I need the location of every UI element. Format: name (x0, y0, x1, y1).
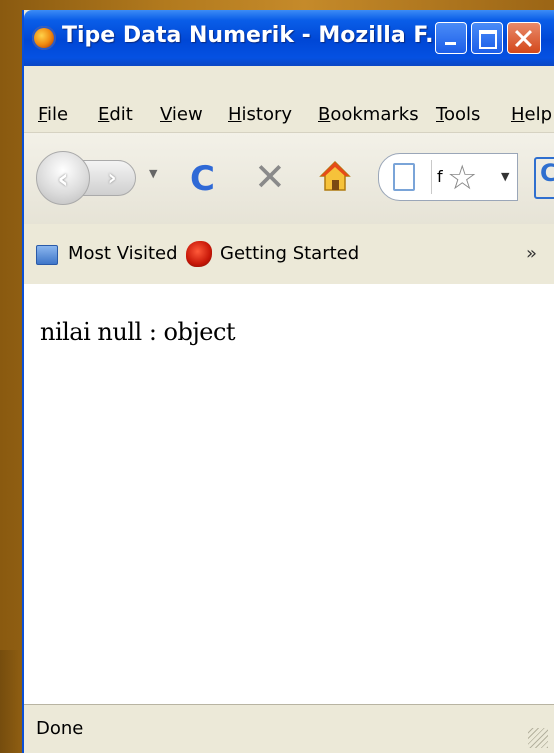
menu-tools[interactable]: Tools (436, 104, 480, 125)
close-button[interactable] (507, 22, 541, 54)
url-bar[interactable]: f ☆ ▼ (378, 153, 518, 201)
getting-started-icon (186, 241, 212, 267)
search-box-fragment[interactable]: C (534, 157, 554, 199)
bookmarks-toolbar: Most Visited Getting Started » (24, 224, 554, 284)
menu-bookmarks[interactable]: Bookmarks (318, 104, 419, 125)
most-visited-icon (36, 245, 58, 265)
menu-edit[interactable]: Edit (98, 104, 133, 125)
resize-grip-icon[interactable] (528, 728, 548, 748)
page-icon (393, 163, 415, 191)
reload-icon[interactable]: C (190, 159, 215, 199)
title-bar[interactable]: Tipe Data Numerik - Mozilla F... (24, 10, 554, 66)
status-text: Done (36, 718, 84, 739)
navigation-toolbar: › ‹ ▼ C ✕ f ☆ ▼ C (24, 132, 554, 226)
bookmark-getting-started[interactable]: Getting Started (220, 243, 359, 264)
forward-icon: › (107, 165, 117, 191)
menu-view[interactable]: View (160, 104, 203, 125)
back-forward-group: › ‹ (36, 151, 156, 205)
bookmark-star-icon[interactable]: ☆ (447, 158, 477, 198)
content-text: nilai null : object (40, 318, 236, 346)
menu-bar: File Edit View History Bookmarks Tools H… (24, 96, 554, 132)
bookmarks-overflow-chevron-icon[interactable]: » (526, 243, 537, 264)
url-text[interactable]: f (437, 167, 443, 186)
url-separator (431, 160, 432, 194)
home-icon[interactable] (318, 159, 352, 193)
browser-window: Tipe Data Numerik - Mozilla F... File Ed… (22, 10, 554, 753)
window-title: Tipe Data Numerik - Mozilla F... (62, 23, 451, 48)
history-dropdown-icon[interactable]: ▼ (149, 167, 157, 180)
minimize-button[interactable] (435, 22, 467, 54)
url-dropdown-icon[interactable]: ▼ (501, 170, 509, 183)
firefox-icon (32, 26, 56, 50)
desktop-shadow (0, 650, 22, 753)
menu-file[interactable]: File (38, 104, 68, 125)
menu-help[interactable]: Help (511, 104, 552, 125)
stop-icon[interactable]: ✕ (254, 155, 286, 199)
status-bar: Done (24, 704, 554, 753)
maximize-button[interactable] (471, 22, 503, 54)
menu-history[interactable]: History (228, 104, 292, 125)
back-icon: ‹ (57, 161, 69, 195)
back-button[interactable]: ‹ (36, 151, 90, 205)
page-content: nilai null : object (24, 284, 554, 704)
bookmark-most-visited[interactable]: Most Visited (68, 243, 178, 264)
